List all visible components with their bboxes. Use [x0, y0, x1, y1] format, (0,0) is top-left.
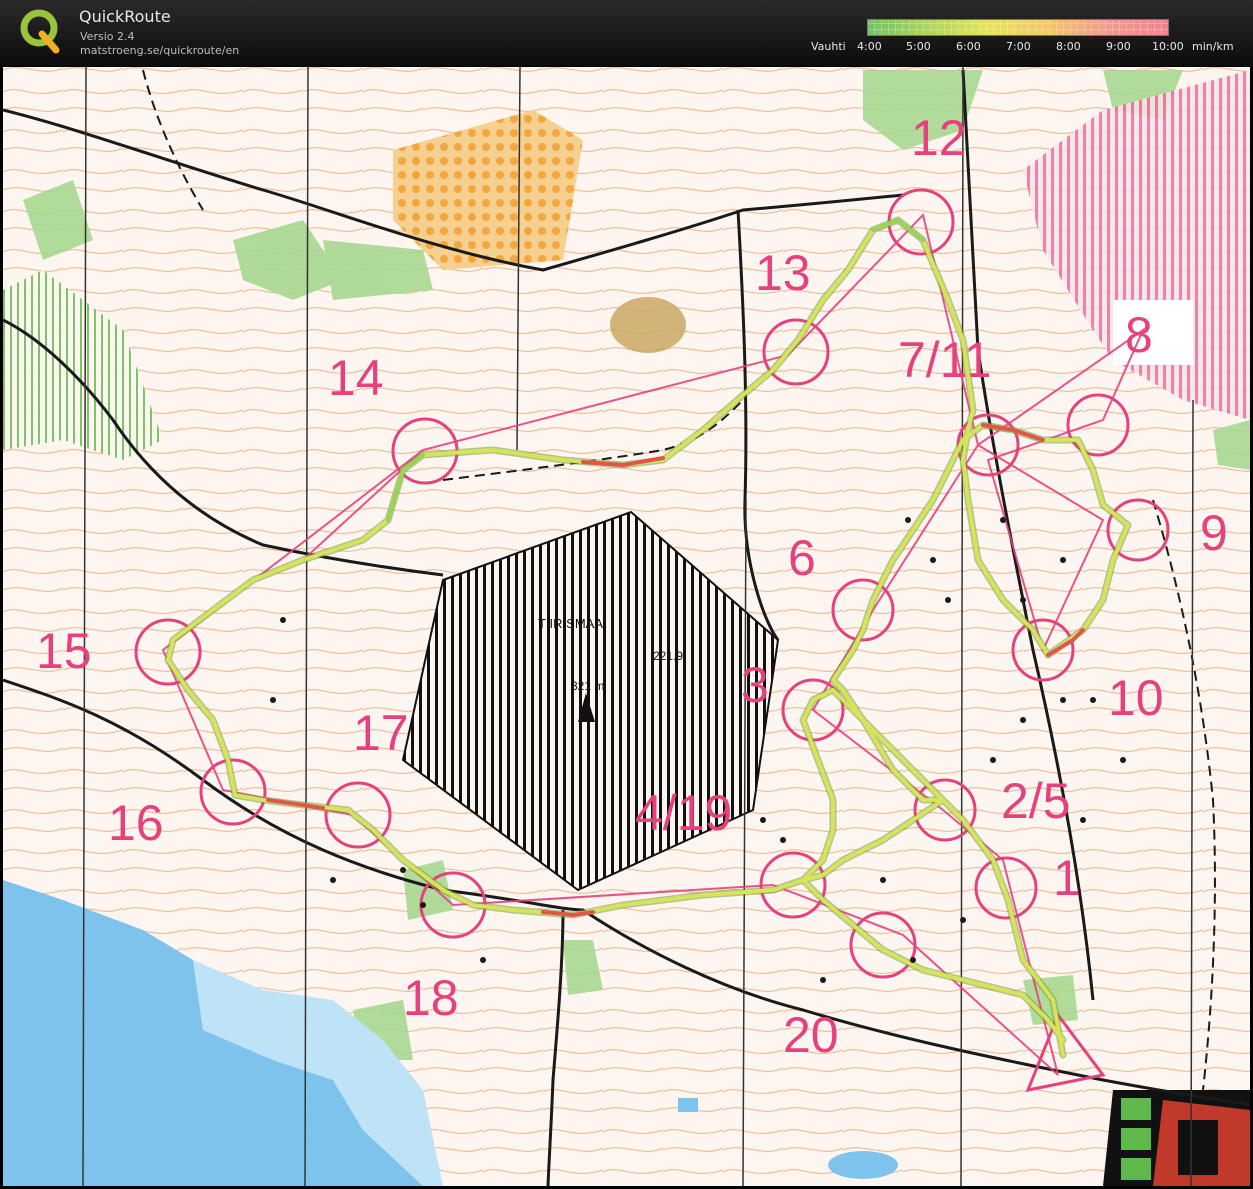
- pace-scale-label: Vauhti: [811, 40, 846, 53]
- pace-tick: 6:00: [956, 40, 981, 53]
- control-label-15: 15: [36, 623, 92, 679]
- control-label-7-11: 7/11: [898, 332, 992, 388]
- pace-tick: 4:00: [857, 40, 882, 53]
- control-label-8: 8: [1125, 307, 1153, 363]
- spot-height-label: 221.9: [653, 649, 683, 663]
- quickroute-logo-icon: [20, 9, 60, 54]
- control-label-1: 1: [1053, 850, 1081, 906]
- control-label-16: 16: [108, 795, 164, 851]
- app-header: QuickRoute Versio 2.4 matstroeng.se/quic…: [0, 0, 1253, 66]
- area-name-label: TIIRISMAA: [538, 616, 603, 631]
- control-label-20: 20: [783, 1007, 839, 1063]
- control-label-10: 10: [1108, 670, 1164, 726]
- pace-tick: 10:00: [1152, 40, 1184, 53]
- orienteering-map[interactable]: TIIRISMAA 221.9 321 m 1 2/5 3 4/19 6 7/1…: [3, 67, 1250, 1186]
- control-label-18: 18: [403, 970, 459, 1026]
- control-label-13: 13: [755, 245, 811, 301]
- small-pond: [678, 1098, 698, 1112]
- pace-tick: 9:00: [1106, 40, 1131, 53]
- pace-tick: 7:00: [1006, 40, 1031, 53]
- control-label-12: 12: [911, 110, 967, 166]
- control-label-3: 3: [741, 657, 769, 713]
- app-version: Versio 2.4: [80, 30, 135, 43]
- buildings-se: [1103, 1090, 1250, 1186]
- control-label-2-5: 2/5: [1001, 773, 1071, 829]
- control-label-4-19: 4/19: [635, 785, 732, 841]
- control-label-9: 9: [1200, 505, 1228, 561]
- tower-height-label: 321 m: [571, 679, 604, 693]
- app-url[interactable]: matstroeng.se/quickroute/en: [80, 44, 239, 57]
- control-label-14: 14: [328, 350, 384, 406]
- control-label-6: 6: [788, 530, 816, 586]
- pace-tick: 5:00: [906, 40, 931, 53]
- knoll: [610, 297, 686, 353]
- pace-tick: 8:00: [1056, 40, 1081, 53]
- pace-color-scale: [867, 19, 1169, 36]
- pond: [828, 1151, 898, 1179]
- app-title: QuickRoute: [79, 7, 171, 26]
- control-label-17: 17: [353, 705, 409, 761]
- pace-unit: min/km: [1192, 40, 1234, 53]
